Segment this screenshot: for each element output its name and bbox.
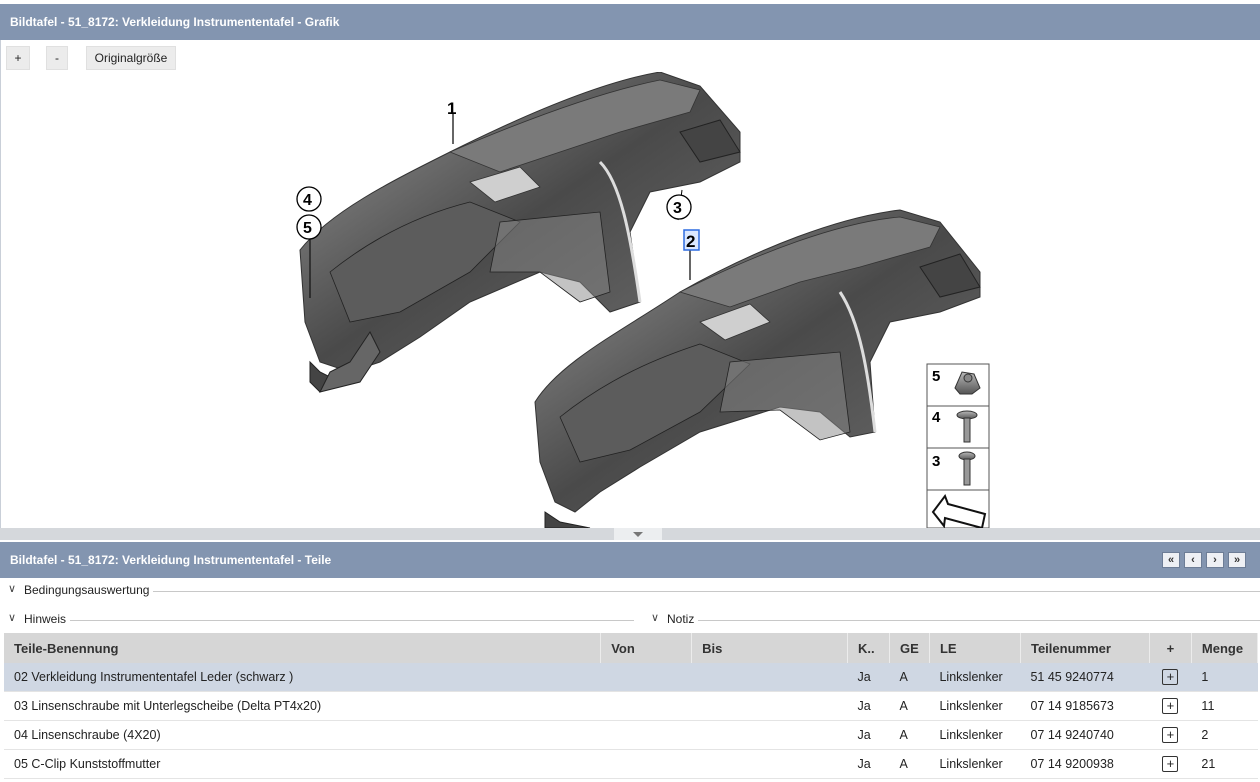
part-k: Ja	[847, 749, 890, 779]
parts-table: Teile-Benennung Von Bis K.. GE LE Teilen…	[4, 633, 1259, 779]
part-k: Ja	[847, 720, 890, 750]
legend-number-5[interactable]: 5	[932, 368, 940, 385]
part-number: 07 14 9200938	[1020, 749, 1150, 779]
dashboard-illustration: 1 2 3 4 5 5 4 3	[296, 72, 990, 528]
legend-number-4[interactable]: 4	[932, 409, 941, 426]
column-header-name[interactable]: Teile-Benennung	[4, 633, 602, 663]
column-header-ge[interactable]: GE	[889, 633, 930, 663]
part-quantity: 11	[1191, 691, 1258, 721]
callout-4[interactable]: 4	[303, 192, 312, 209]
chevron-down-icon[interactable]: ∨	[651, 611, 659, 624]
callout-1[interactable]: 1	[447, 99, 456, 118]
parts-panel-header: Bildtafel - 51_8172: Verkleidung Instrum…	[0, 542, 1260, 578]
part-name: 05 C-Clip Kunststoffmutter	[4, 749, 601, 779]
part-ge: A	[889, 749, 930, 779]
parts-panel-title: Bildtafel - 51_8172: Verkleidung Instrum…	[10, 553, 332, 567]
part-number: 07 14 9240740	[1020, 720, 1150, 750]
note-section[interactable]: ∨ Notiz	[643, 609, 1260, 629]
part-name: 02 Verkleidung Instrumententafel Leder (…	[4, 663, 601, 692]
part-number: 07 14 9185673	[1020, 691, 1150, 721]
column-header-le[interactable]: LE	[929, 633, 1021, 663]
part-ge: A	[889, 663, 930, 692]
collapse-handle-icon[interactable]	[614, 528, 662, 540]
last-page-icon[interactable]: »	[1228, 552, 1246, 568]
part-from	[600, 720, 692, 750]
first-page-icon[interactable]: «	[1162, 552, 1180, 568]
divider	[24, 620, 634, 621]
part-ge: A	[889, 691, 930, 721]
add-to-cart-icon[interactable]: +	[1162, 669, 1179, 685]
column-header-quantity[interactable]: Menge	[1191, 633, 1259, 663]
zoom-out-button[interactable]: -	[46, 46, 68, 70]
column-header-k[interactable]: K..	[847, 633, 890, 663]
part-quantity: 2	[1191, 720, 1258, 750]
column-header-from[interactable]: Von	[600, 633, 693, 663]
graphic-panel-title: Bildtafel - 51_8172: Verkleidung Instrum…	[10, 15, 340, 29]
parts-diagram[interactable]: 1 2 3 4 5 5 4 3	[0, 72, 1260, 528]
add-to-cart-icon[interactable]: +	[1162, 727, 1179, 743]
note-label[interactable]: Notiz	[667, 612, 699, 626]
add-to-cart-icon[interactable]: +	[1162, 698, 1179, 714]
part-number: 51 45 9240774	[1020, 663, 1150, 692]
part-k: Ja	[847, 691, 890, 721]
divider	[24, 591, 1260, 592]
callout-3[interactable]: 3	[673, 200, 682, 217]
part-quantity: 1	[1191, 663, 1258, 692]
part-le: Linkslenker	[929, 720, 1021, 750]
part-le: Linkslenker	[929, 691, 1021, 721]
original-size-button[interactable]: Originalgröße	[86, 46, 176, 70]
part-to	[691, 749, 848, 779]
next-page-icon[interactable]: ›	[1206, 552, 1224, 568]
part-from	[600, 691, 692, 721]
part-to	[691, 691, 848, 721]
table-row[interactable]: 02 Verkleidung Instrumententafel Leder (…	[4, 663, 1258, 692]
table-row[interactable]: 04 Linsenschraube (4X20) Ja A Linkslenke…	[4, 720, 1258, 750]
callout-5[interactable]: 5	[303, 220, 312, 237]
part-quantity: 21	[1191, 749, 1258, 779]
chevron-down-icon[interactable]: ∨	[8, 611, 16, 624]
panel-splitter[interactable]	[0, 528, 1260, 540]
zoom-in-button[interactable]: +	[6, 46, 30, 70]
legend-number-3[interactable]: 3	[932, 453, 940, 470]
part-to	[691, 720, 848, 750]
graphic-panel-header: Bildtafel - 51_8172: Verkleidung Instrum…	[0, 4, 1260, 40]
part-k: Ja	[847, 663, 890, 692]
prev-page-icon[interactable]: ‹	[1184, 552, 1202, 568]
part-name: 04 Linsenschraube (4X20)	[4, 720, 601, 750]
column-header-add[interactable]: +	[1149, 633, 1192, 663]
column-header-part-number[interactable]: Teilenummer	[1020, 633, 1150, 663]
table-row[interactable]: 05 C-Clip Kunststoffmutter Ja A Linkslen…	[4, 749, 1258, 779]
add-to-cart-icon[interactable]: +	[1162, 756, 1179, 772]
part-ge: A	[889, 720, 930, 750]
part-to	[691, 663, 848, 692]
column-header-to[interactable]: Bis	[691, 633, 849, 663]
conditions-label[interactable]: Bedingungsauswertung	[24, 583, 154, 597]
part-name: 03 Linsenschraube mit Unterlegscheibe (D…	[4, 691, 601, 721]
part-from	[600, 663, 692, 692]
divider	[667, 620, 1260, 621]
fastener-legend: 5 4 3	[926, 363, 990, 528]
callout-2[interactable]: 2	[686, 232, 695, 251]
chevron-down-icon[interactable]: ∨	[8, 582, 16, 595]
table-row[interactable]: 03 Linsenschraube mit Unterlegscheibe (D…	[4, 691, 1258, 721]
table-header-row: Teile-Benennung Von Bis K.. GE LE Teilen…	[4, 633, 1259, 663]
conditions-section[interactable]: ∨ Bedingungsauswertung	[0, 580, 1260, 600]
part-le: Linkslenker	[929, 663, 1021, 692]
hint-label[interactable]: Hinweis	[24, 612, 71, 626]
part-le: Linkslenker	[929, 749, 1021, 779]
part-from	[600, 749, 692, 779]
